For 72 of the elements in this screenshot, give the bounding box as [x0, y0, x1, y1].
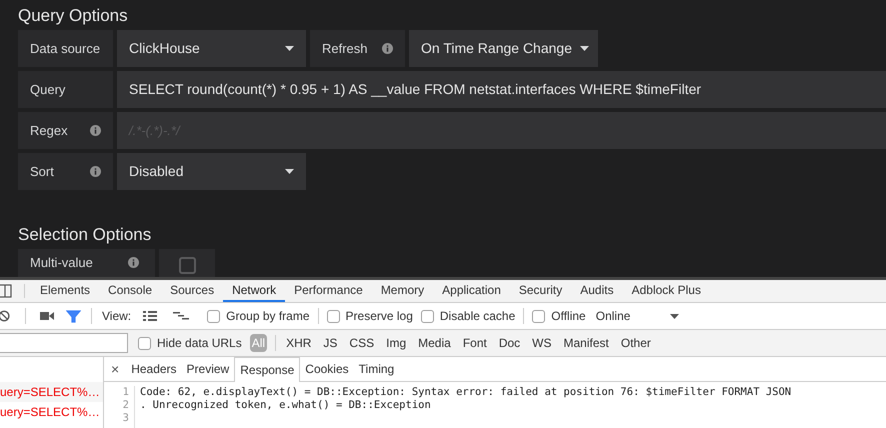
type-filter[interactable]: XHR: [284, 334, 314, 352]
type-filter[interactable]: WS: [530, 334, 554, 352]
type-filter[interactable]: Doc: [496, 334, 522, 352]
filter-field[interactable]: [0, 333, 128, 353]
input-field[interactable]: SELECT round(count(*) * 0.95 + 1) AS __value FROM netstat.interfaces WHERE $timeFilter: [117, 71, 886, 108]
checkbox[interactable]: [207, 310, 220, 322]
field-label: Refresh: [310, 30, 405, 68]
close-button[interactable]: ×: [104, 357, 126, 381]
type-filter[interactable]: Img: [384, 334, 408, 352]
checkbox-label: Preserve log: [346, 308, 413, 325]
code-line: . Unrecognized token, e.what() = DB::Exception: [140, 399, 432, 412]
info-icon: [128, 257, 139, 268]
list-view-icon[interactable]: [143, 311, 158, 321]
caret-icon: [580, 46, 589, 52]
info-icon: [382, 43, 393, 54]
devtools-tab[interactable]: Security: [510, 280, 572, 302]
detail-tab[interactable]: Cookies: [300, 357, 354, 381]
info-icon: [90, 166, 101, 178]
checkbox[interactable]: [178, 256, 196, 274]
checkbox[interactable]: [326, 310, 340, 322]
type-filter[interactable]: CSS: [347, 334, 376, 352]
devtools-tab[interactable]: Sources: [161, 280, 224, 302]
field-label: Multi-value: [18, 248, 155, 277]
section-title: Selection Options: [18, 224, 152, 246]
devtools-tab[interactable]: Application: [433, 280, 510, 302]
dock-icon[interactable]: [0, 284, 12, 298]
checkbox-label: Offline: [551, 308, 586, 325]
field-label: Sort: [18, 153, 113, 190]
view-label: View:: [102, 308, 132, 325]
devtools-tab[interactable]: Network: [223, 280, 286, 302]
detail-tab[interactable]: Timing: [354, 357, 400, 381]
checkbox-label: Group by frame: [226, 308, 310, 325]
devtools-tab[interactable]: Memory: [372, 280, 434, 302]
type-filter[interactable]: Other: [618, 334, 653, 352]
line-number: 1: [122, 386, 129, 399]
type-filter[interactable]: Font: [460, 334, 489, 352]
caret-icon: [670, 314, 680, 318]
waterfall-icon[interactable]: [173, 312, 190, 320]
select-field[interactable]: ClickHouse: [117, 30, 306, 68]
detail-tab[interactable]: Headers: [126, 357, 182, 381]
detail-tab[interactable]: Response: [234, 357, 300, 382]
checkbox[interactable]: [420, 310, 434, 322]
block-icon[interactable]: [0, 309, 11, 323]
checkbox-label: Hide data URLs: [157, 335, 242, 352]
devtools-tab[interactable]: Performance: [285, 280, 372, 302]
type-filter[interactable]: Manifest: [562, 334, 611, 352]
code-line: Code: 62, e.displayText() = DB::Exception: Syntax error: failed at position 76: $timeFilter FORMAT JSON: [140, 386, 792, 399]
select-field[interactable]: On Time Range Change: [409, 30, 598, 68]
camera-icon[interactable]: [40, 311, 54, 321]
info-icon: [90, 125, 101, 136]
devtools-tab[interactable]: Console: [99, 280, 162, 302]
filter-icon[interactable]: [66, 310, 81, 322]
caret-icon: [285, 46, 294, 52]
line-number: 2: [122, 399, 129, 412]
caret-icon: [285, 169, 294, 174]
select-field[interactable]: Disabled: [117, 153, 306, 190]
checkbox-label: Disable cache: [440, 308, 516, 325]
field-label: Query: [18, 71, 113, 108]
devtools-tab[interactable]: Adblock Plus: [622, 280, 710, 302]
throttle-dropdown[interactable]: Online: [596, 307, 680, 325]
detail-tab[interactable]: Preview: [182, 357, 234, 381]
type-filter[interactable]: Media: [416, 334, 453, 352]
devtools-tab[interactable]: Elements: [31, 280, 100, 302]
devtools-tab[interactable]: Audits: [571, 280, 623, 302]
field-label: Data source: [18, 30, 113, 68]
line-number: 3: [122, 412, 129, 425]
section-title: Query Options: [18, 5, 129, 27]
checkbox[interactable]: [532, 310, 546, 322]
checkbox[interactable]: [138, 336, 151, 350]
field-label: Regex: [18, 112, 113, 150]
request-row[interactable]: uery=SELECT%…: [0, 382, 103, 402]
type-filter[interactable]: JS: [321, 334, 340, 352]
